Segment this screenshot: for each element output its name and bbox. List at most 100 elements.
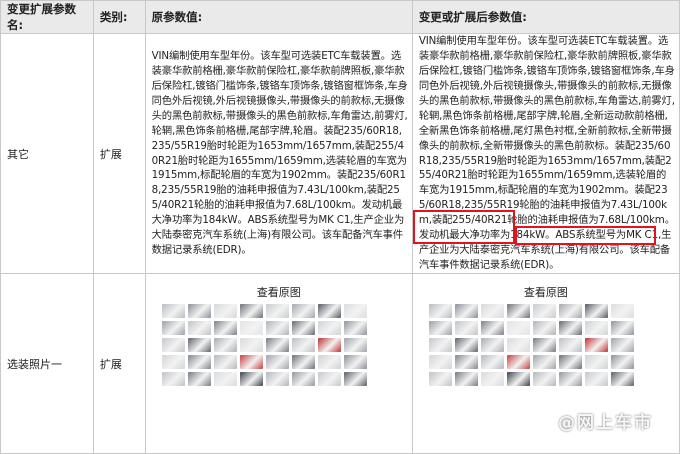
photo-thumbnail[interactable] — [343, 304, 367, 318]
photo-thumbnail[interactable] — [291, 355, 315, 369]
photo-thumbnail[interactable] — [532, 321, 556, 335]
photo-thumbnail[interactable] — [239, 321, 263, 335]
photo-thumbnail[interactable] — [584, 304, 608, 318]
photo-thumbnail[interactable] — [317, 304, 341, 318]
header-changed-value: 变更或扩展后参数值: — [411, 0, 680, 34]
photo-thumbnail[interactable] — [161, 321, 185, 335]
photo-thumbnail[interactable] — [291, 372, 315, 386]
photo-thumbnail[interactable] — [532, 304, 556, 318]
table-row-photo: 选装照片一 扩展 查看原图 查看原图 @网上车市 — [0, 273, 680, 454]
photo-thumbnail[interactable] — [343, 355, 367, 369]
parameter-change-table: 变更扩展参数名: 类别: 原参数值: 变更或扩展后参数值: 其它 扩展 VIN编… — [0, 0, 680, 454]
photo-thumbnail-grid[interactable] — [161, 304, 412, 386]
photo-thumbnail[interactable] — [584, 372, 608, 386]
photo-thumbnail[interactable] — [532, 355, 556, 369]
photo-thumbnail[interactable] — [213, 338, 237, 352]
original-value-cell: VIN编制使用车型年份。该车型可选装ETC车载装置。选装豪华款前格栅,豪华款前保… — [144, 33, 413, 274]
photo-thumbnail[interactable] — [239, 355, 263, 369]
photo-thumbnail[interactable] — [428, 304, 452, 318]
table-row-other: 其它 扩展 VIN编制使用车型年份。该车型可选装ETC车载装置。选装豪华款前格栅… — [0, 33, 680, 274]
photo-thumbnail[interactable] — [610, 338, 634, 352]
photo-thumbnail[interactable] — [187, 321, 211, 335]
photo-thumbnail[interactable] — [213, 321, 237, 335]
photo-thumbnail[interactable] — [291, 321, 315, 335]
photo-thumbnail[interactable] — [454, 304, 478, 318]
photo-thumbnail[interactable] — [291, 338, 315, 352]
photo-thumbnail[interactable] — [558, 321, 582, 335]
photo-thumbnail[interactable] — [532, 338, 556, 352]
row-param-name: 选装照片一 — [0, 273, 94, 454]
original-value-text: VIN编制使用车型年份。该车型可选装ETC车载装置。选装豪华款前格栅,豪华款前保… — [151, 50, 408, 256]
photo-thumbnail[interactable] — [558, 355, 582, 369]
photo-thumbnail[interactable] — [161, 372, 185, 386]
photo-thumbnail[interactable] — [480, 372, 504, 386]
photo-thumbnail[interactable] — [506, 321, 530, 335]
photo-thumbnail[interactable] — [265, 355, 289, 369]
table-header-row: 变更扩展参数名: 类别: 原参数值: 变更或扩展后参数值: — [0, 0, 680, 34]
photo-thumbnail[interactable] — [343, 338, 367, 352]
photo-thumbnail[interactable] — [428, 338, 452, 352]
photo-thumbnail[interactable] — [506, 304, 530, 318]
photo-thumbnail[interactable] — [480, 304, 504, 318]
view-original-link[interactable]: 查看原图 — [413, 284, 679, 300]
changed-value-cell: VIN编制使用车型年份。该车型可选装ETC车载装置。选装豪华款前格栅,豪华款前保… — [411, 33, 680, 274]
photo-thumbnail[interactable] — [558, 372, 582, 386]
photo-thumbnail[interactable] — [239, 338, 263, 352]
photo-thumbnail[interactable] — [265, 304, 289, 318]
photo-thumbnail[interactable] — [610, 355, 634, 369]
photo-thumbnail[interactable] — [213, 355, 237, 369]
photo-thumbnail[interactable] — [454, 321, 478, 335]
photo-thumbnail[interactable] — [584, 321, 608, 335]
original-photo-cell: 查看原图 — [144, 273, 413, 454]
photo-thumbnail[interactable] — [317, 372, 341, 386]
photo-thumbnail[interactable] — [187, 355, 211, 369]
photo-thumbnail[interactable] — [480, 355, 504, 369]
photo-thumbnail[interactable] — [265, 338, 289, 352]
photo-thumbnail[interactable] — [187, 304, 211, 318]
photo-thumbnail[interactable] — [213, 372, 237, 386]
photo-thumbnail-grid[interactable] — [428, 304, 679, 386]
photo-thumbnail[interactable] — [428, 372, 452, 386]
row-param-name: 其它 — [0, 33, 94, 274]
photo-thumbnail[interactable] — [428, 355, 452, 369]
photo-thumbnail[interactable] — [480, 321, 504, 335]
photo-thumbnail[interactable] — [239, 304, 263, 318]
header-param-name: 变更扩展参数名: — [0, 0, 94, 34]
photo-thumbnail[interactable] — [454, 338, 478, 352]
photo-thumbnail[interactable] — [161, 338, 185, 352]
photo-thumbnail[interactable] — [213, 304, 237, 318]
photo-thumbnail[interactable] — [265, 372, 289, 386]
photo-thumbnail[interactable] — [506, 338, 530, 352]
photo-thumbnail[interactable] — [454, 372, 478, 386]
photo-thumbnail[interactable] — [558, 338, 582, 352]
highlight-box-power — [514, 226, 656, 245]
photo-thumbnail[interactable] — [584, 338, 608, 352]
photo-thumbnail[interactable] — [291, 304, 315, 318]
photo-thumbnail[interactable] — [187, 338, 211, 352]
photo-thumbnail[interactable] — [610, 372, 634, 386]
watermark-logo: @网上车市 — [558, 413, 653, 433]
photo-thumbnail[interactable] — [161, 304, 185, 318]
view-original-link[interactable]: 查看原图 — [146, 284, 412, 300]
photo-thumbnail[interactable] — [506, 372, 530, 386]
photo-thumbnail[interactable] — [343, 372, 367, 386]
photo-thumbnail[interactable] — [506, 355, 530, 369]
photo-thumbnail[interactable] — [317, 355, 341, 369]
photo-thumbnail[interactable] — [610, 321, 634, 335]
photo-thumbnail[interactable] — [343, 321, 367, 335]
photo-thumbnail[interactable] — [454, 355, 478, 369]
photo-thumbnail[interactable] — [428, 321, 452, 335]
photo-thumbnail[interactable] — [610, 304, 634, 318]
photo-thumbnail[interactable] — [558, 304, 582, 318]
photo-thumbnail[interactable] — [161, 355, 185, 369]
photo-thumbnail[interactable] — [239, 372, 263, 386]
photo-thumbnail[interactable] — [532, 372, 556, 386]
photo-thumbnail[interactable] — [317, 321, 341, 335]
header-category: 类别: — [92, 0, 146, 34]
photo-thumbnail[interactable] — [265, 321, 289, 335]
photo-thumbnail[interactable] — [584, 355, 608, 369]
photo-thumbnail[interactable] — [317, 338, 341, 352]
photo-thumbnail[interactable] — [480, 338, 504, 352]
photo-thumbnail[interactable] — [187, 372, 211, 386]
row-category: 扩展 — [92, 273, 146, 454]
